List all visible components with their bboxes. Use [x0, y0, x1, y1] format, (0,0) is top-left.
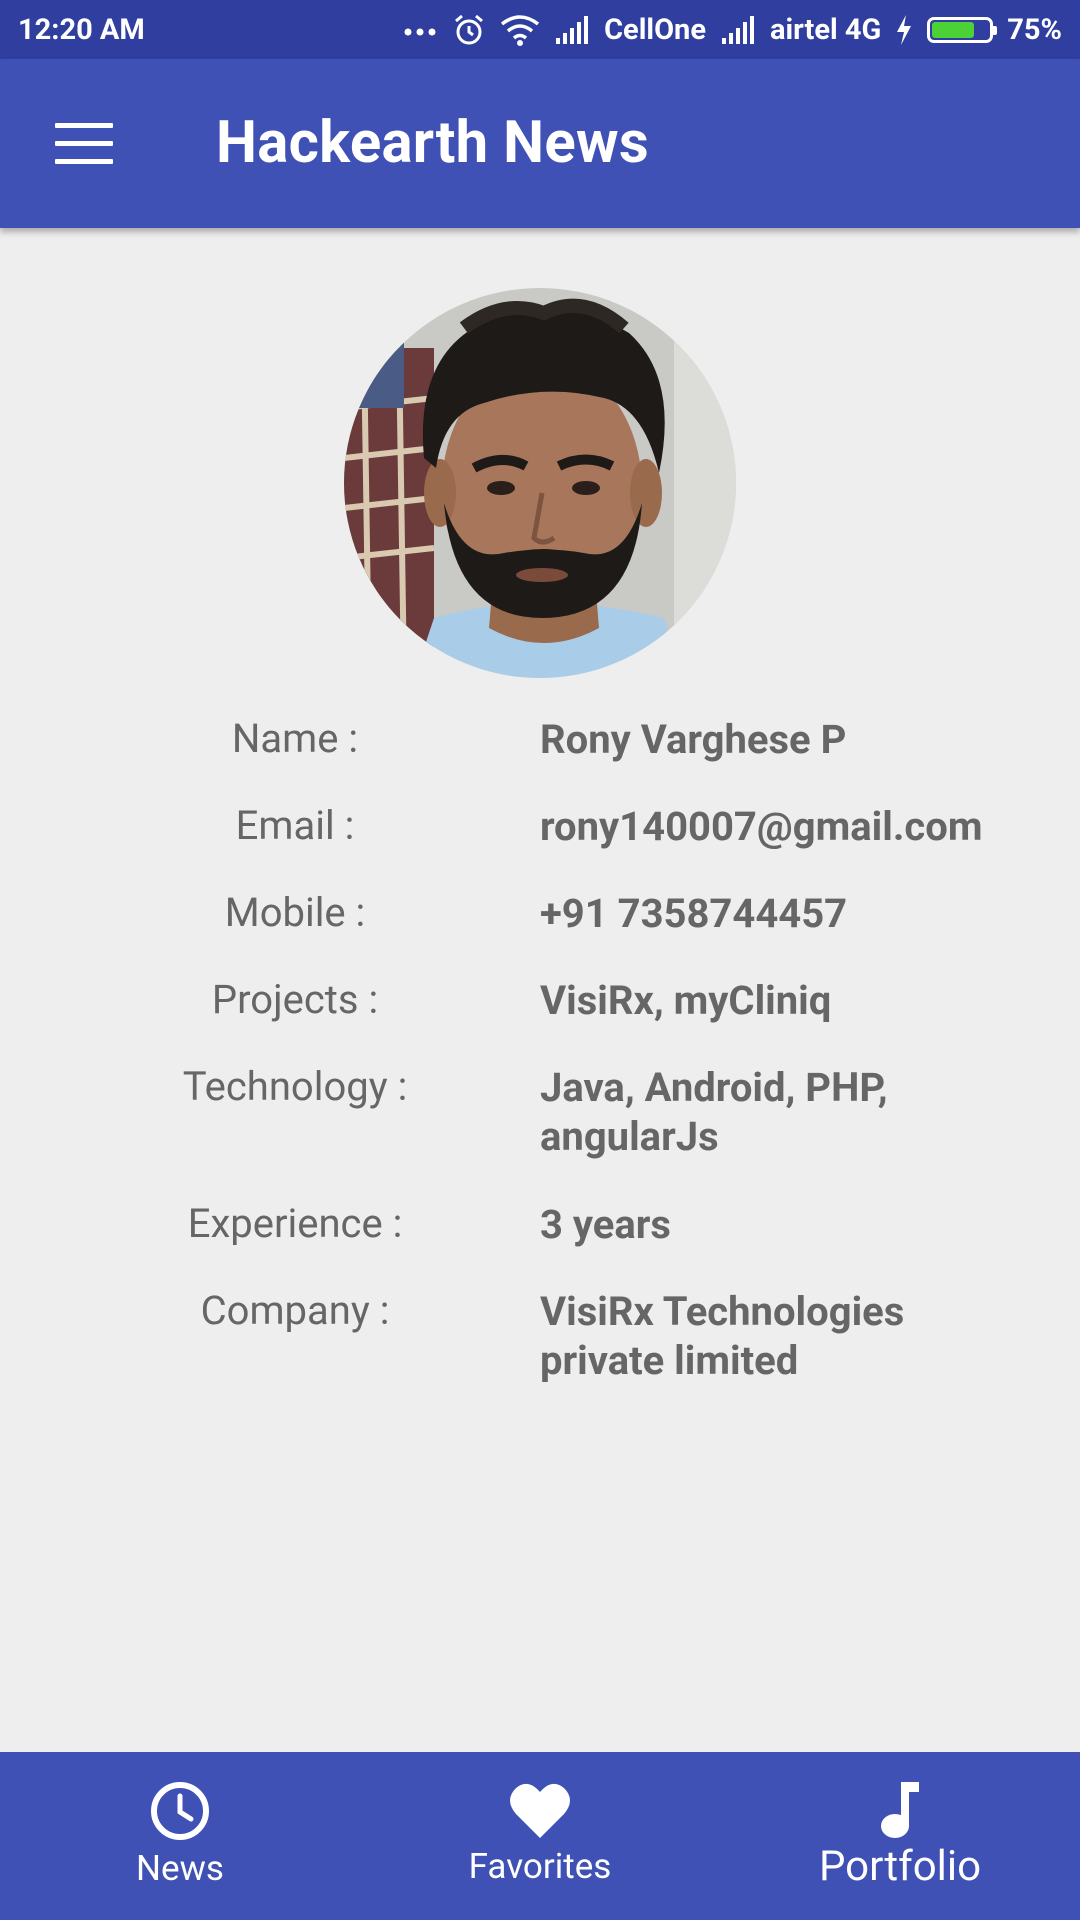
status-icons: CellOne airtel 4G 75%	[402, 13, 1062, 47]
mobile-label: Mobile :	[224, 889, 366, 936]
name-label: Name :	[231, 715, 359, 762]
projects-value: VisiRx, myCliniq	[540, 977, 832, 1024]
mobile-value: +91 7358744457	[540, 890, 848, 937]
nav-favorites[interactable]: Favorites	[360, 1752, 720, 1920]
signal-icon	[556, 15, 589, 44]
technology-label: Technology :	[182, 1063, 408, 1110]
battery-fill	[932, 21, 975, 38]
battery-icon	[927, 16, 998, 43]
email-label: Email :	[235, 802, 355, 849]
clock-icon	[151, 1782, 209, 1840]
app-bar: Hackearth News	[0, 59, 1080, 228]
projects-label: Projects :	[211, 976, 379, 1023]
app-title: Hackearth News	[216, 109, 649, 177]
nav-portfolio[interactable]: Portfolio	[720, 1752, 1080, 1920]
alarm-icon	[455, 14, 484, 44]
nav-news-label: News	[136, 1848, 224, 1889]
experience-value: 3 years	[540, 1201, 671, 1248]
email-value: rony140007@gmail.com	[540, 803, 983, 850]
heart-icon	[510, 1783, 570, 1838]
company-label: Company :	[200, 1287, 390, 1334]
signal-icon	[721, 15, 754, 44]
music-note-icon	[881, 1782, 919, 1838]
status-time: 12:20 AM	[18, 12, 145, 47]
battery-percent: 75%	[1007, 12, 1062, 47]
avatar	[344, 288, 736, 678]
nav-news[interactable]: News	[0, 1752, 360, 1920]
status-bar: 12:20 AM CellOne airtel 4G 75%	[0, 0, 1080, 59]
technology-value: Java, Android, PHP, angularJs	[540, 1064, 888, 1160]
name-value: Rony Varghese P	[540, 716, 847, 763]
nav-portfolio-label: Portfolio	[818, 1842, 982, 1891]
more-dots-icon	[404, 28, 436, 35]
hamburger-menu-icon[interactable]	[55, 123, 113, 165]
experience-label: Experience :	[187, 1200, 403, 1247]
bottom-navigation: News Favorites Portfolio	[0, 1752, 1080, 1920]
profile-photo	[344, 288, 736, 678]
carrier-1: CellOne	[604, 12, 706, 47]
wifi-icon	[501, 14, 540, 46]
company-value: VisiRx Technologies private limited	[540, 1288, 905, 1384]
carrier-2: airtel 4G	[769, 12, 882, 47]
charging-icon	[897, 14, 912, 45]
nav-favorites-label: Favorites	[468, 1846, 612, 1887]
